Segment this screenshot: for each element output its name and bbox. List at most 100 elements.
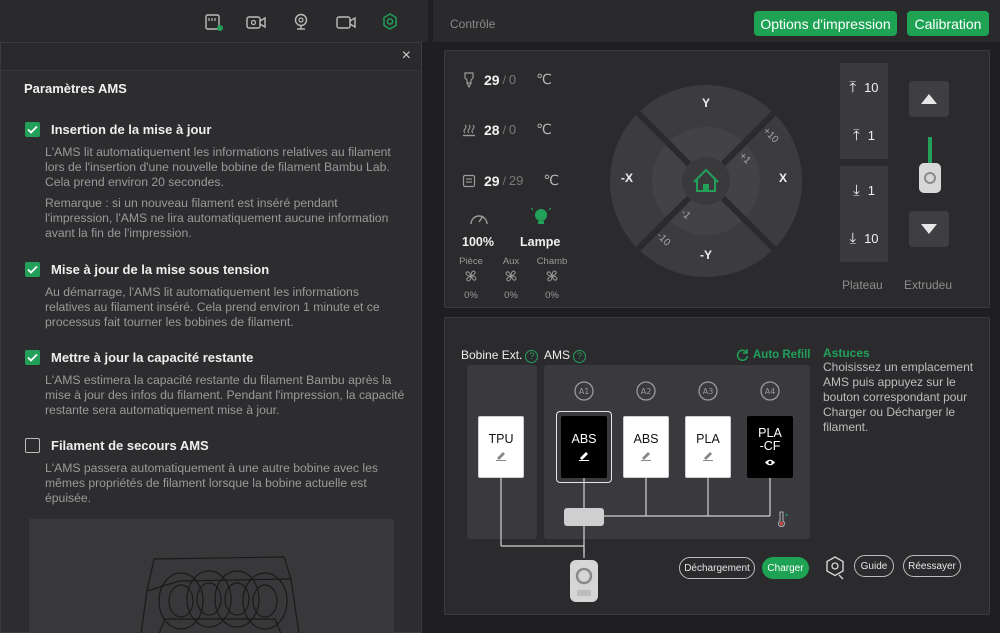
nozzle-temp[interactable]: 29 / 0 ℃ xyxy=(462,71,552,88)
ams-settings-icon[interactable] xyxy=(822,555,848,581)
nozzle-icon xyxy=(464,71,474,88)
bed-heat-icon xyxy=(463,124,475,136)
z-down-group: ⤓ 1 ⤓ 10 xyxy=(840,166,888,262)
option-description: L'AMS passera automatiquement à une autr… xyxy=(45,461,405,506)
option-power-on-update: Mise à jour de la mise sous tension Au d… xyxy=(25,261,405,330)
z-up-group: ⤒ 10 ⤒ 1 xyxy=(840,63,888,159)
jog-x-plus-button[interactable]: X xyxy=(779,171,787,185)
bed-label: Plateau xyxy=(842,278,883,292)
fan-chamber-label: Chamb xyxy=(536,256,568,267)
webcam-icon[interactable] xyxy=(289,12,313,32)
lamp-label: Lampe xyxy=(520,235,561,249)
bed-temp-current: 28 xyxy=(484,121,500,138)
z-up-1-button[interactable]: ⤒ 1 xyxy=(840,111,888,159)
jog-y-minus-button[interactable]: -Y xyxy=(700,248,712,262)
settings-icon[interactable] xyxy=(378,12,402,32)
temp-unit: ℃ xyxy=(543,172,560,188)
z-up-10-button[interactable]: ⤒ 10 xyxy=(840,63,888,111)
toolhead-icon xyxy=(570,560,598,602)
device-toolbar xyxy=(0,0,428,42)
jog-x-minus-button[interactable]: -X xyxy=(621,171,633,185)
chamber-temp[interactable]: 29 / 29 ℃ xyxy=(462,172,559,189)
temp-unit: ℃ xyxy=(536,71,552,87)
z-down-1-button[interactable]: ⤓ 1 xyxy=(840,166,888,214)
fan-icon[interactable] xyxy=(544,268,560,284)
chamber-temp-current: 29 xyxy=(484,172,500,189)
z-down-10-label: 10 xyxy=(864,230,879,246)
guide-button[interactable]: Guide xyxy=(854,555,894,577)
lamp-icon[interactable] xyxy=(531,207,551,229)
option-description-text: L'AMS passera automatiquement à une autr… xyxy=(45,461,378,505)
load-button[interactable]: Charger xyxy=(762,557,809,579)
option-description: Au démarrage, l'AMS lit automatiquement … xyxy=(45,285,405,330)
option-title: Mettre à jour la capacité restante xyxy=(51,349,254,365)
bed-temp[interactable]: 28 / 0 ℃ xyxy=(462,121,552,138)
bed-temp-target: 0 xyxy=(508,122,517,137)
check-icon xyxy=(27,353,38,362)
triangle-up-icon xyxy=(921,94,937,104)
temp-separator: / xyxy=(502,173,506,188)
fan-icon[interactable] xyxy=(463,268,479,284)
extruder-down-button[interactable] xyxy=(909,211,949,247)
retry-button[interactable]: Réessayer xyxy=(903,555,961,577)
tips-text: Choisissez un emplacement AMS puis appuy… xyxy=(823,360,974,434)
jog-y-plus-button[interactable]: Y xyxy=(702,96,710,110)
check-icon xyxy=(27,265,38,274)
fan-chamber-value: 0% xyxy=(545,290,559,301)
camera-record-icon[interactable] xyxy=(244,12,268,32)
fan-icon[interactable] xyxy=(503,268,519,284)
print-options-button[interactable]: Options d'impression xyxy=(754,11,897,36)
tips-title: Astuces xyxy=(823,346,870,360)
option-note-text: Remarque : si un nouveau filament est in… xyxy=(45,196,389,240)
chamber-icon xyxy=(462,174,476,187)
unload-button[interactable]: Déchargement xyxy=(679,557,755,579)
arrow-down-icon: ⤓ xyxy=(849,229,857,247)
ams-settings-dialog: × Paramètres AMS Insertion de la mise à … xyxy=(0,42,422,633)
calibration-button[interactable]: Calibration xyxy=(907,11,989,36)
dialog-titlebar: × xyxy=(1,43,421,71)
temp-separator: / xyxy=(502,72,506,87)
fan-part-value: 0% xyxy=(464,290,478,301)
fan-aux-value: 0% xyxy=(504,290,518,301)
temp-separator: / xyxy=(502,122,506,137)
nozzle-temp-current: 29 xyxy=(484,71,500,88)
option-title: Filament de secours AMS xyxy=(51,437,209,453)
ams-spools-icon xyxy=(140,556,300,633)
video-icon[interactable] xyxy=(334,12,358,32)
humidity-icon xyxy=(777,511,788,527)
arrow-up-icon: ⤒ xyxy=(853,126,860,144)
option-insertion-update: Insertion de la mise à jour L'AMS lit au… xyxy=(25,121,405,241)
option-title: Mise à jour de la mise sous tension xyxy=(51,261,270,277)
dialog-title: Paramètres AMS xyxy=(24,81,127,96)
close-button[interactable]: × xyxy=(402,48,411,64)
remaining-capacity-checkbox[interactable] xyxy=(25,349,40,365)
temp-unit: ℃ xyxy=(536,121,552,137)
fan-part-label: Pièce xyxy=(459,256,483,267)
arrow-down-icon: ⤓ xyxy=(853,181,860,199)
extruder-up-button[interactable] xyxy=(909,81,949,117)
z-down-10-button[interactable]: ⤓ 10 xyxy=(840,214,888,262)
power-on-update-checkbox[interactable] xyxy=(25,261,40,277)
ams-panel: Bobine Ext.? AMS? Auto Refill TPU A1 A2 … xyxy=(444,317,990,615)
chamber-temp-target: 29 xyxy=(508,173,524,188)
option-description: L'AMS estimera la capacité restante du f… xyxy=(45,373,405,418)
option-backup-filament: Filament de secours AMS L'AMS passera au… xyxy=(25,437,405,506)
arrow-up-icon: ⤒ xyxy=(849,78,857,96)
backup-filament-checkbox[interactable] xyxy=(25,437,40,453)
option-title: Insertion de la mise à jour xyxy=(51,121,212,137)
speed-value: 100% xyxy=(462,235,494,249)
option-description-text: Au démarrage, l'AMS lit automatiquement … xyxy=(45,285,380,329)
fan-aux-label: Aux xyxy=(502,256,520,267)
option-remaining-capacity: Mettre à jour la capacité restante L'AMS… xyxy=(25,349,405,418)
extruder-label: Extrudeu xyxy=(904,278,953,292)
option-description-text: L'AMS lit automatiquement les informatio… xyxy=(45,145,391,189)
speed-gauge-icon[interactable] xyxy=(469,209,489,227)
section-title: Contrôle xyxy=(450,17,496,31)
nozzle-temp-target: 0 xyxy=(508,72,517,87)
check-icon xyxy=(27,125,38,134)
sd-card-icon[interactable] xyxy=(202,12,226,32)
extruder-icon xyxy=(919,137,941,193)
option-description: L'AMS lit automatiquement les informatio… xyxy=(45,145,405,241)
ams-illustration xyxy=(29,519,394,633)
insertion-update-checkbox[interactable] xyxy=(25,121,40,137)
